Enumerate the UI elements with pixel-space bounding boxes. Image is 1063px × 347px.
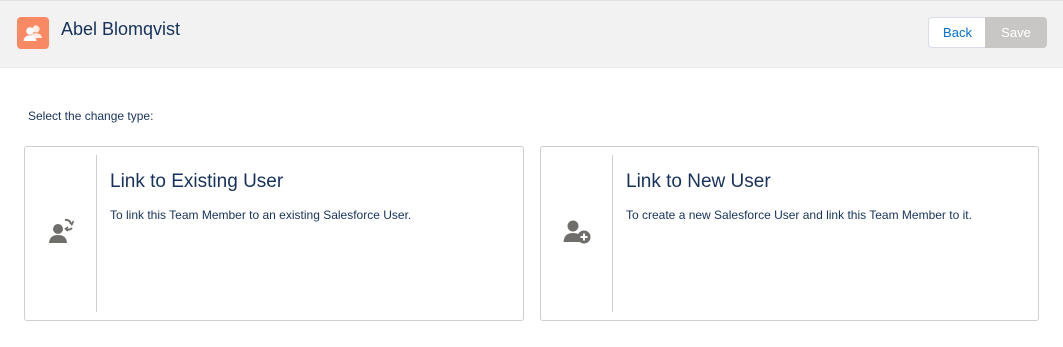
- card-title: Link to New User: [626, 171, 771, 192]
- contact-icon: [17, 17, 49, 49]
- page-header: Abel Blomqvist Back Save: [0, 0, 1063, 68]
- link-new-user-card[interactable]: Link to New User To create a new Salesfo…: [540, 146, 1039, 321]
- link-existing-user-card[interactable]: Link to Existing User To link this Team …: [24, 146, 524, 321]
- user-switch-icon: [47, 216, 75, 251]
- card-icon-column: [25, 155, 97, 312]
- card-title: Link to Existing User: [110, 171, 284, 192]
- user-add-icon: [562, 216, 592, 251]
- card-icon-column: [541, 155, 613, 312]
- change-type-prompt: Select the change type:: [28, 109, 154, 123]
- header-top-border: [0, 0, 1063, 1]
- record-title: Abel Blomqvist: [61, 19, 181, 39]
- back-button[interactable]: Back: [928, 17, 986, 48]
- card-description: To link this Team Member to an existing …: [110, 208, 412, 222]
- card-description: To create a new Salesforce User and link…: [626, 208, 972, 222]
- save-button[interactable]: Save: [985, 17, 1047, 48]
